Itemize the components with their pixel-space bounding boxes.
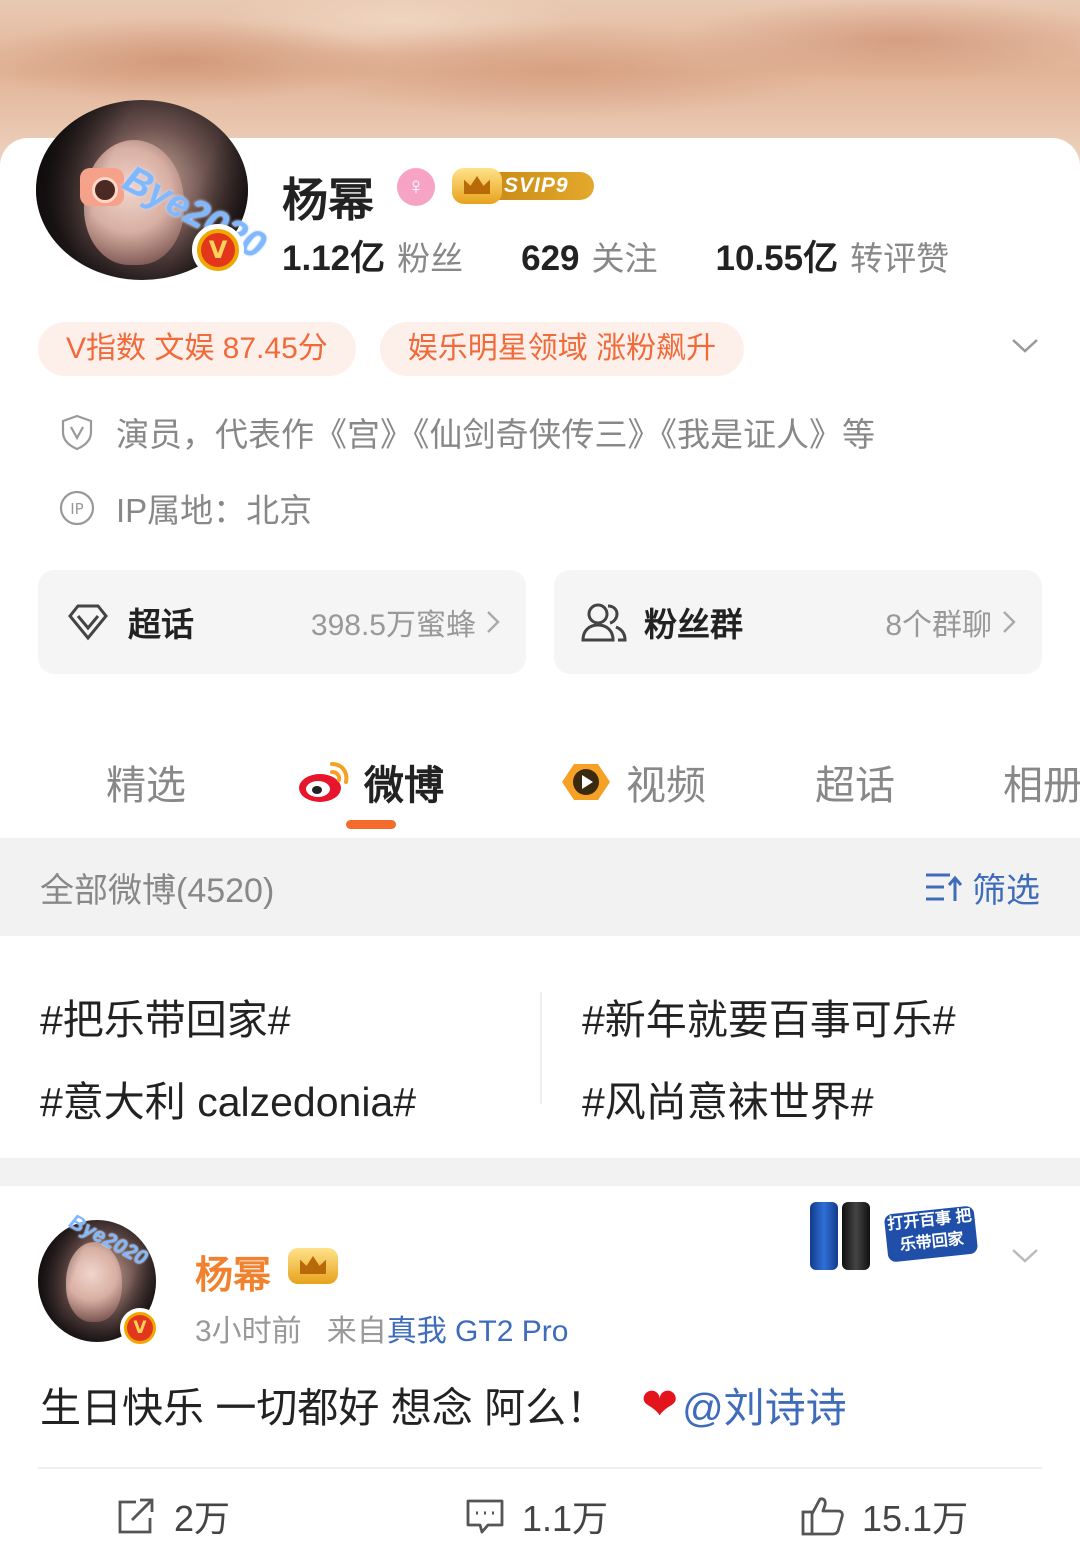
active-tab-indicator: [346, 820, 396, 829]
post-author-name[interactable]: 杨幂: [195, 1244, 271, 1299]
stat-reposts-comments-likes[interactable]: 10.55亿 转评赞: [716, 230, 950, 281]
diamond-icon: [68, 604, 108, 641]
stat-label: 粉丝: [397, 240, 464, 277]
stat-label: 关注: [591, 240, 658, 277]
hashtag-divider: [540, 992, 542, 1104]
stat-followers[interactable]: 1.12亿 粉丝: [282, 230, 463, 281]
verified-badge-icon: V: [192, 224, 244, 276]
stat-number: 10.55亿: [715, 239, 839, 278]
hashtag-item[interactable]: #把乐带回家#: [40, 986, 291, 1046]
post-mention-link[interactable]: @刘诗诗: [682, 1374, 847, 1434]
svg-text:IP: IP: [70, 500, 83, 518]
profile-tags: V指数 文娱 87.45分 娱乐明星领域 涨粉飙升: [38, 322, 768, 376]
stat-number: 629: [521, 239, 580, 278]
repost-icon: [118, 1498, 154, 1534]
post-device-link[interactable]: 真我 GT2 Pro: [387, 1315, 569, 1348]
weibo-logo-icon: [299, 762, 349, 802]
super-topic-meta: 398.5万蜜蜂: [311, 600, 500, 644]
comment-button[interactable]: 1.1万: [464, 1490, 608, 1542]
profile-page: Bye2020 V 杨幂 ♀ SVIP9 1.12亿 粉丝 629 关注 10.…: [0, 0, 1080, 1557]
like-count: 15.1万: [862, 1498, 969, 1539]
chevron-down-icon[interactable]: [1010, 1240, 1040, 1270]
fan-group-title: 粉丝群: [644, 606, 743, 643]
profile-description: 演员，代表作《宫》《仙剑奇侠传三》《我是证人》等: [116, 416, 875, 453]
tab-album[interactable]: 相册: [1003, 753, 1080, 811]
camera-sticker-icon: [80, 168, 124, 206]
heart-emoji-icon: ❤: [641, 1379, 679, 1429]
post-text: 生日快乐 一切都好 想念 阿么！: [40, 1385, 608, 1431]
fan-group-card[interactable]: 粉丝群 8个群聊: [554, 570, 1042, 674]
like-button[interactable]: 15.1万: [800, 1490, 968, 1542]
post-avatar[interactable]: Bye2020 V: [38, 1210, 160, 1348]
hashtag-grid: #把乐带回家# #新年就要百事可乐# #意大利 calzedonia# #风尚意…: [0, 938, 1080, 1158]
repost-button[interactable]: 2万: [116, 1490, 230, 1542]
tab-weibo[interactable]: 微博: [296, 753, 444, 811]
tab-video-label: 视频: [626, 764, 706, 808]
comment-count: 1.1万: [522, 1498, 609, 1539]
pepsi-can-icon: [810, 1202, 838, 1270]
pepsi-black-can-icon: [842, 1202, 870, 1270]
female-gender-icon: ♀: [397, 168, 435, 206]
svip-label: SVIP9: [490, 172, 594, 200]
stat-label: 转评赞: [850, 240, 950, 277]
fan-group-meta: 8个群聊: [885, 600, 1016, 644]
filter-button[interactable]: 筛选: [924, 863, 1040, 912]
tab-super-topic[interactable]: 超话: [815, 753, 895, 811]
post-source-prefix: 来自: [326, 1315, 387, 1348]
profile-entry-cards: 超话 398.5万蜜蜂 粉丝群 8个群聊: [38, 570, 1042, 674]
profile-tabs: 精选 微博 视频 超话 相册: [0, 745, 1080, 815]
profile-description-row: 演员，代表作《宫》《仙剑奇侠传三》《我是证人》等: [58, 408, 875, 456]
comment-icon: [466, 1499, 504, 1534]
verified-shield-icon: [61, 414, 93, 451]
post-actions: 2万 1.1万 15.1万: [0, 1490, 1080, 1550]
group-users-icon: [581, 603, 627, 642]
chevron-right-icon: [1003, 611, 1016, 633]
profile-stats: 1.12亿 粉丝 629 关注 10.55亿 转评赞: [282, 230, 1007, 281]
post-meta: 3小时前 来自真我 GT2 Pro: [195, 1306, 568, 1350]
stat-number: 1.12亿: [282, 239, 386, 278]
super-topic-title: 超话: [128, 606, 194, 643]
thumbs-up-icon: [801, 1497, 844, 1536]
profile-name: 杨幂: [282, 174, 374, 226]
all-weibo-count: 全部微博(4520): [40, 871, 275, 910]
svip-badge[interactable]: SVIP9: [452, 168, 594, 204]
verified-badge-icon: V: [120, 1308, 160, 1348]
post-time: 3小时前: [195, 1315, 302, 1348]
tab-featured[interactable]: 精选: [106, 753, 186, 811]
fan-group-count: 8个群聊: [885, 609, 992, 642]
tab-video[interactable]: 视频: [558, 753, 706, 811]
super-topic-count: 398.5万蜜蜂: [310, 609, 476, 642]
chevron-right-icon: [487, 611, 500, 633]
repost-count: 2万: [174, 1498, 231, 1539]
hashtag-item[interactable]: #意大利 calzedonia#: [40, 1068, 416, 1128]
post-content: 生日快乐 一切都好 想念 阿么！ ❤ @刘诗诗: [40, 1374, 847, 1434]
section-separator: [0, 1158, 1080, 1186]
chevron-down-icon[interactable]: [1010, 330, 1040, 360]
weibo-filter-bar: 全部微博(4520) 筛选: [0, 838, 1080, 936]
v-index-tag[interactable]: V指数 文娱 87.45分: [38, 322, 356, 376]
crown-icon: [452, 168, 502, 204]
hashtag-item[interactable]: #新年就要百事可乐#: [582, 986, 956, 1046]
hashtag-item[interactable]: #风尚意袜世界#: [582, 1068, 874, 1128]
ip-location: IP属地：北京: [116, 492, 313, 529]
super-topic-card[interactable]: 超话 398.5万蜜蜂: [38, 570, 526, 674]
ad-text: 打开百事 把乐带回家: [883, 1205, 979, 1263]
tab-weibo-label: 微博: [364, 764, 444, 808]
video-play-icon: [562, 764, 610, 800]
crown-icon: [288, 1248, 338, 1284]
trending-domain-tag[interactable]: 娱乐明星领域 涨粉飙升: [379, 322, 745, 376]
filter-icon: [926, 873, 963, 901]
filter-label: 筛选: [972, 871, 1040, 910]
post-divider: [38, 1467, 1042, 1469]
pepsi-ad-badge[interactable]: 打开百事 把乐带回家: [808, 1190, 979, 1278]
ip-location-row: IP IP属地：北京: [58, 484, 312, 532]
ip-icon: IP: [59, 490, 95, 526]
stat-following[interactable]: 629 关注: [521, 232, 657, 280]
profile-avatar[interactable]: Bye2020 V: [36, 100, 272, 280]
